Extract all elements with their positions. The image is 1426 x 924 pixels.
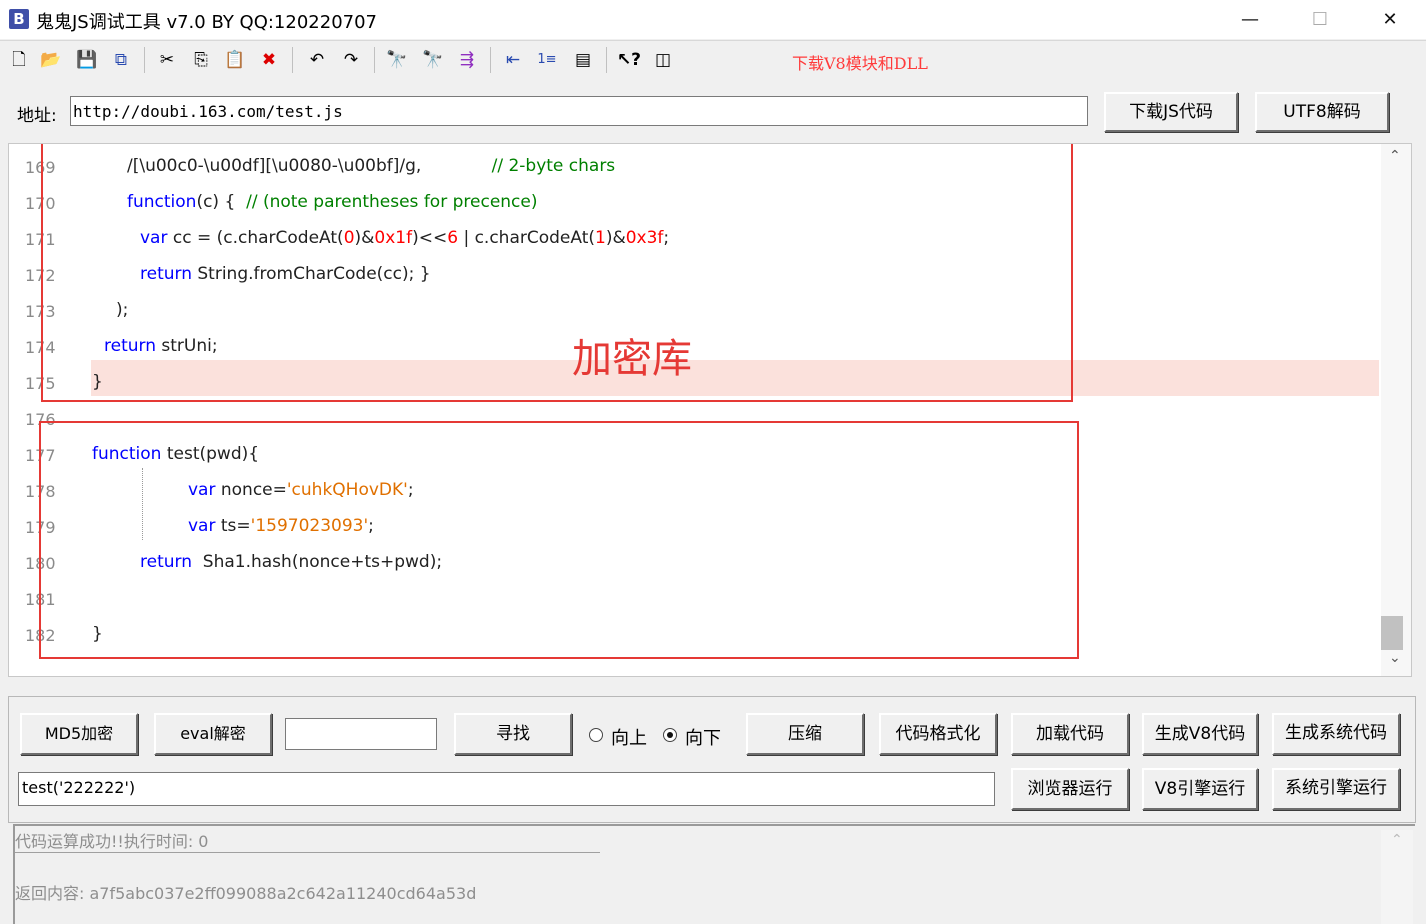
find-icon[interactable]: 🔭: [384, 48, 410, 72]
radio-up[interactable]: [589, 728, 603, 742]
find-next-icon[interactable]: 🔭: [420, 48, 446, 72]
generate-system-code-button[interactable]: 生成系统代码: [1272, 713, 1400, 755]
radio-up-label: 向上: [611, 728, 647, 749]
compress-button[interactable]: 压缩: [746, 713, 864, 755]
close-button[interactable]: ✕: [1355, 0, 1425, 39]
v8-engine-run-button[interactable]: V8引擎运行: [1142, 768, 1258, 810]
indent-icon[interactable]: ⇶: [454, 48, 480, 72]
command-input[interactable]: test('222222'): [18, 772, 995, 806]
toolbar-separator: [490, 47, 491, 73]
delete-icon[interactable]: ✖: [256, 48, 282, 72]
paste-icon[interactable]: 📋: [222, 48, 248, 72]
toolbar-separator: [374, 47, 375, 73]
eval-decrypt-button[interactable]: eval解密: [154, 713, 272, 755]
load-code-button[interactable]: 加载代码: [1011, 713, 1129, 755]
address-input[interactable]: [70, 96, 1088, 126]
redo-icon[interactable]: ↷: [338, 48, 364, 72]
save-all-icon[interactable]: ⧉: [108, 48, 134, 72]
help-icon[interactable]: ↖?: [616, 48, 642, 72]
radio-down[interactable]: [663, 728, 677, 742]
title-bar: B 鬼鬼JS调试工具 v7.0 BY QQ:120220707 — ☐ ✕: [0, 0, 1426, 39]
output-divider: [15, 852, 600, 853]
scroll-up-icon[interactable]: ⌃: [1389, 148, 1401, 164]
scroll-up-icon[interactable]: ⌃: [1391, 832, 1403, 848]
maximize-button[interactable]: ☐: [1285, 0, 1355, 39]
app-icon: B: [9, 9, 29, 29]
line-numbers-icon[interactable]: 1≡: [534, 48, 560, 72]
toolbar: 🗋 📂 💾 ⧉ ✂ ⎘ 📋 ✖ ↶ ↷ 🔭 🔭 ⇶ ⇤ 1≡ ▤ ↖? ◫ 下载…: [0, 40, 1426, 79]
find-input[interactable]: [285, 718, 437, 750]
editor-scrollbar[interactable]: ⌃ ⌄: [1381, 144, 1411, 676]
new-file-icon[interactable]: 🗋: [6, 48, 32, 72]
address-label: 地址:: [17, 106, 57, 126]
format-code-button[interactable]: 代码格式化: [879, 713, 997, 755]
outdent-icon[interactable]: ⇤: [500, 48, 526, 72]
download-v8-link[interactable]: 下载V8模块和DLL: [792, 50, 928, 74]
panel-icon[interactable]: ◫: [650, 48, 676, 72]
cut-icon[interactable]: ✂: [154, 48, 180, 72]
md5-encrypt-button[interactable]: MD5加密: [20, 713, 138, 755]
execution-status: 代码运算成功!!执行时间: 0: [15, 832, 209, 851]
minimize-button[interactable]: —: [1215, 0, 1285, 39]
system-engine-run-button[interactable]: 系统引擎运行: [1272, 768, 1400, 810]
undo-icon[interactable]: ↶: [304, 48, 330, 72]
open-folder-icon[interactable]: 📂: [38, 48, 64, 72]
output-area[interactable]: ⌃: [13, 824, 1415, 924]
toolbar-separator: [292, 47, 293, 73]
copy-icon[interactable]: ⎘: [188, 48, 214, 72]
scroll-down-icon[interactable]: ⌄: [1389, 650, 1401, 666]
highlight-box-crypto-lib: [41, 144, 1073, 402]
utf8-decode-button[interactable]: UTF8解码: [1255, 92, 1389, 132]
browser-run-button[interactable]: 浏览器运行: [1011, 768, 1129, 810]
toolbar-separator: [606, 47, 607, 73]
output-scrollbar[interactable]: ⌃: [1381, 830, 1413, 924]
save-icon[interactable]: 💾: [74, 48, 100, 72]
window-icon[interactable]: ▤: [570, 48, 596, 72]
generate-v8-code-button[interactable]: 生成V8代码: [1142, 713, 1258, 755]
annotation-label: 加密库: [572, 336, 692, 382]
code-editor[interactable]: 169/[\u00c0-\u00df][\u0080-\u00bf]/g, //…: [8, 143, 1412, 677]
download-js-button[interactable]: 下载JS代码: [1104, 92, 1238, 132]
window-title: 鬼鬼JS调试工具 v7.0 BY QQ:120220707: [36, 12, 378, 33]
radio-down-label: 向下: [685, 728, 721, 749]
highlight-box-test-function: [39, 421, 1079, 659]
scroll-thumb[interactable]: [1381, 616, 1403, 650]
return-value: 返回内容: a7f5abc037e2ff099088a2c642a11240cd…: [15, 884, 477, 903]
toolbar-separator: [144, 47, 145, 73]
find-button[interactable]: 寻找: [454, 713, 572, 755]
